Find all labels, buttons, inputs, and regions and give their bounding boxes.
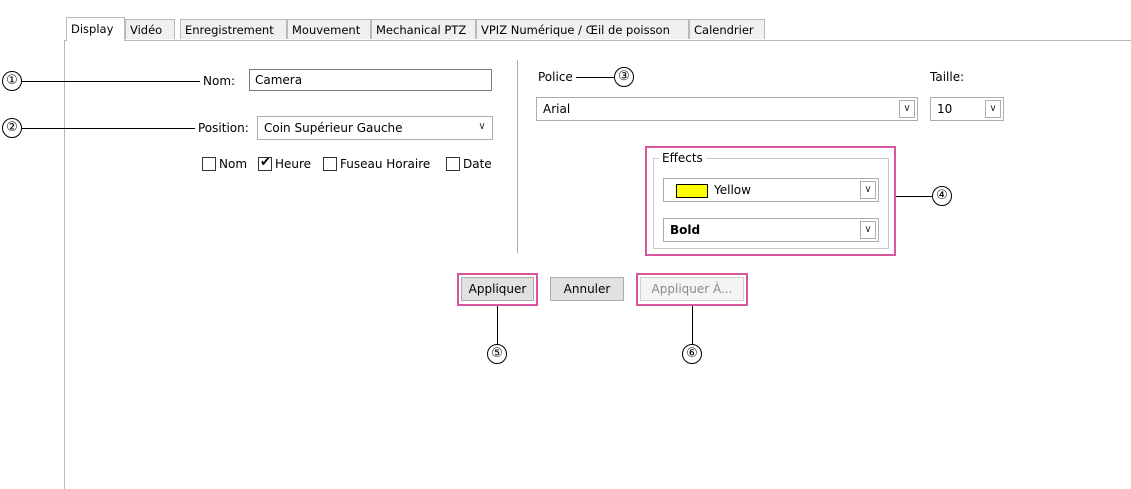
callout-1: ① <box>2 71 22 91</box>
tab-strip: Display Vidéo Enregistrement Mouvement M… <box>64 17 1131 43</box>
checkbox-date-box[interactable] <box>446 157 460 171</box>
checkbox-heure-label: Heure <box>275 157 312 171</box>
checkbox-heure-box[interactable]: ✔ <box>258 155 272 171</box>
tab-video[interactable]: Vidéo <box>125 19 175 39</box>
tab-calendrier[interactable]: Calendrier <box>689 19 765 39</box>
chevron-down-icon: ∨ <box>985 100 1001 118</box>
position-select[interactable]: Coin Supérieur Gauche ∨ <box>257 116 493 140</box>
chevron-down-icon: ∨ <box>474 119 490 137</box>
checkmark-icon: ✔ <box>260 155 271 170</box>
taille-label: Taille: <box>930 70 965 84</box>
apply-button[interactable]: Appliquer <box>461 277 534 301</box>
effects-color-select[interactable]: Yellow ∨ <box>663 178 879 202</box>
callout-4-line <box>896 196 932 197</box>
checkbox-nom-label: Nom <box>219 157 248 171</box>
police-label: Police <box>538 70 573 84</box>
section-divider <box>517 60 518 253</box>
checkbox-fuseau-horaire[interactable]: Fuseau Horaire <box>323 155 430 173</box>
police-select[interactable]: Arial ∨ <box>536 97 918 121</box>
tab-enregistrement[interactable]: Enregistrement <box>180 19 287 39</box>
checkbox-fuseau-horaire-box[interactable] <box>323 157 337 171</box>
tab-mouvement[interactable]: Mouvement <box>287 19 371 39</box>
callout-5: ⑤ <box>487 344 507 364</box>
taille-select[interactable]: 10 ∨ <box>930 97 1004 121</box>
position-label: Position: <box>198 121 249 135</box>
callout-6-line <box>692 306 693 344</box>
tab-mechanical-ptz[interactable]: Mechanical PTZ <box>371 19 476 39</box>
checkbox-nom-box[interactable] <box>202 157 216 171</box>
callout-5-line <box>497 306 498 344</box>
panel-left-border <box>64 40 65 489</box>
cancel-button[interactable]: Annuler <box>550 277 624 301</box>
name-label: Nom: <box>203 74 236 88</box>
police-select-value: Arial <box>543 102 571 116</box>
position-select-value: Coin Supérieur Gauche <box>264 121 403 135</box>
checkbox-fuseau-horaire-label: Fuseau Horaire <box>340 157 431 171</box>
name-input[interactable]: Camera <box>249 69 492 91</box>
callout-4: ④ <box>932 186 952 206</box>
apply-to-button[interactable]: Appliquer À... <box>640 277 744 301</box>
chevron-down-icon: ∨ <box>860 181 876 199</box>
callout-6: ⑥ <box>682 344 702 364</box>
checkbox-heure[interactable]: ✔ Heure <box>258 155 311 173</box>
chevron-down-icon: ∨ <box>899 100 915 118</box>
callout-3-line <box>576 77 614 78</box>
effects-color-value: Yellow <box>714 183 751 197</box>
checkbox-date[interactable]: Date <box>446 155 492 173</box>
callout-2-line <box>22 128 195 129</box>
callout-3: ③ <box>614 67 634 87</box>
effects-style-value: Bold <box>670 223 701 237</box>
chevron-down-icon: ∨ <box>860 221 876 239</box>
tab-vpiz-numerique[interactable]: VPIZ Numérique / Œil de poisson <box>476 19 689 39</box>
taille-select-value: 10 <box>937 102 953 116</box>
effects-color-value-wrap: Yellow <box>676 179 751 201</box>
effects-legend: Effects <box>659 151 706 165</box>
color-swatch <box>676 183 708 198</box>
callout-1-line <box>22 81 200 82</box>
tab-display[interactable]: Display <box>66 17 125 41</box>
checkbox-date-label: Date <box>463 157 492 171</box>
callout-2: ② <box>2 118 22 138</box>
checkbox-nom[interactable]: Nom <box>202 155 247 173</box>
effects-style-select[interactable]: Bold ∨ <box>663 218 879 242</box>
